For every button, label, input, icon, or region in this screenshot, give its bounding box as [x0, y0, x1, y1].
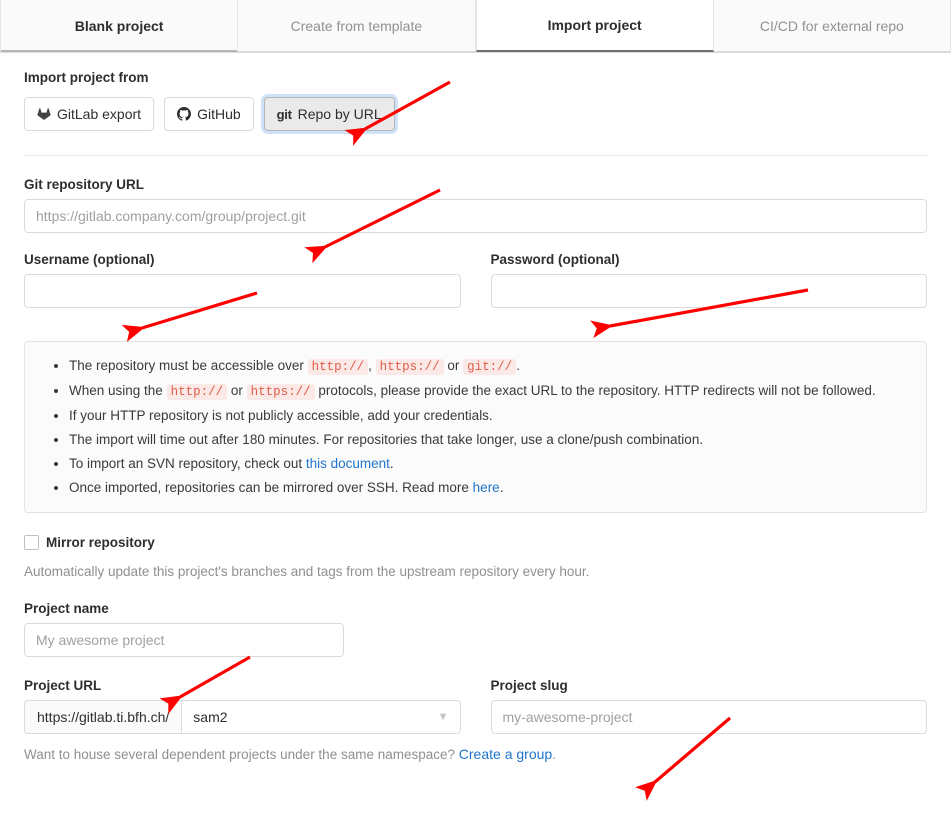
github-logo-icon — [177, 107, 192, 121]
inline-text: . — [389, 456, 394, 471]
gitlab-export-button[interactable]: GitLab export — [24, 97, 155, 131]
password-field-group: Password (optional) — [490, 252, 927, 308]
import-source-section: Import project from GitLab export GitHub… — [0, 53, 951, 131]
tab-label: Create from template — [290, 17, 423, 34]
inline-text: . — [516, 358, 520, 373]
project-location-section: Project URL https://gitlab.ti.bfh.ch/ sa… — [0, 657, 951, 734]
repo-by-url-label: Repo by URL — [297, 106, 382, 122]
tab-label: Import project — [547, 17, 642, 33]
github-label: GitHub — [197, 106, 241, 122]
project-url-prefix: https://gitlab.ti.bfh.ch/ — [24, 700, 182, 734]
git-url-section: Git repository URL — [0, 156, 951, 233]
namespace-footnote-suffix: . — [552, 747, 556, 762]
requirement-item: The repository must be accessible over h… — [69, 356, 906, 377]
inline-text: When using the — [69, 383, 167, 398]
mirror-repository-section: Mirror repository Automatically update t… — [0, 513, 951, 579]
requirement-item: Once imported, repositories can be mirro… — [69, 478, 906, 498]
username-label: Username (optional) — [24, 252, 155, 267]
inline-text: The repository must be accessible over — [69, 358, 308, 373]
inline-link[interactable]: here — [473, 480, 500, 495]
username-input[interactable] — [24, 274, 461, 308]
namespace-footnote-section: Want to house several dependent projects… — [0, 734, 951, 762]
gitlab-export-label: GitLab export — [57, 106, 142, 122]
inline-code: https:// — [375, 359, 444, 375]
inline-text: . — [499, 480, 504, 495]
import-source-buttons: GitLab export GitHub git Repo by URL — [24, 97, 927, 131]
requirement-item: To import an SVN repository, check out t… — [69, 454, 906, 474]
tab-blank-project[interactable]: Blank project — [0, 0, 239, 52]
password-input[interactable] — [490, 274, 927, 308]
project-slug-label: Project slug — [490, 678, 568, 693]
create-a-group-link[interactable]: Create a group — [459, 746, 552, 762]
info-box-section: The repository must be accessible over h… — [0, 308, 951, 513]
inline-code: https:// — [246, 384, 315, 400]
inline-text: The import will time out after 180 minut… — [69, 432, 704, 447]
inline-text: , — [368, 358, 376, 373]
requirement-item: If your HTTP repository is not publicly … — [69, 406, 906, 426]
username-field-group: Username (optional) — [24, 252, 461, 308]
tab-import-project[interactable]: Import project — [475, 0, 714, 52]
password-label: Password (optional) — [490, 252, 620, 267]
inline-code: http:// — [307, 359, 369, 375]
credentials-section: Username (optional) Password (optional) — [0, 233, 951, 308]
tab-cicd-external-repo[interactable]: CI/CD for external repo — [713, 0, 951, 52]
tab-create-from-template[interactable]: Create from template — [238, 0, 476, 52]
project-url-label: Project URL — [24, 678, 102, 693]
tab-label: Blank project — [74, 17, 164, 34]
mirror-repository-help-text: Automatically update this project's bran… — [24, 564, 590, 579]
inline-text: or — [443, 358, 464, 373]
inline-code: git:// — [463, 359, 517, 375]
project-slug-input[interactable] — [490, 700, 927, 734]
import-requirements-infobox: The repository must be accessible over h… — [24, 341, 927, 513]
project-name-input[interactable] — [24, 623, 344, 657]
project-create-tabs: Blank project Create from template Impor… — [0, 0, 951, 53]
repo-by-url-button[interactable]: git Repo by URL — [263, 97, 395, 131]
mirror-repository-row[interactable]: Mirror repository — [24, 535, 927, 550]
inline-text: To import an SVN repository, check out — [69, 456, 306, 471]
namespace-select[interactable]: sam2 ▼ — [181, 700, 461, 734]
project-url-group: Project URL https://gitlab.ti.bfh.ch/ sa… — [24, 678, 461, 734]
git-url-label: Git repository URL — [24, 177, 145, 192]
inline-text: protocols, please provide the exact URL … — [314, 383, 876, 398]
namespace-selected-value: sam2 — [193, 709, 228, 725]
requirement-item: When using the http:// or https:// proto… — [69, 381, 906, 402]
inline-code: http:// — [166, 384, 228, 400]
import-project-from-heading: Import project from — [24, 70, 149, 85]
project-name-section: Project name — [0, 579, 951, 657]
inline-text: or — [227, 383, 247, 398]
chevron-down-icon: ▼ — [437, 711, 449, 723]
github-button[interactable]: GitHub — [164, 97, 254, 131]
requirements-list: The repository must be accessible over h… — [35, 356, 906, 498]
tab-label: CI/CD for external repo — [759, 17, 904, 34]
mirror-repository-checkbox[interactable] — [24, 535, 39, 550]
git-repository-url-input[interactable] — [24, 199, 927, 233]
inline-link[interactable]: this document — [306, 456, 390, 471]
gitlab-logo-icon — [37, 107, 51, 121]
requirement-item: The import will time out after 180 minut… — [69, 430, 906, 450]
inline-text: If your HTTP repository is not publicly … — [69, 408, 493, 423]
inline-text: Once imported, repositories can be mirro… — [69, 480, 473, 495]
mirror-repository-label: Mirror repository — [46, 535, 155, 550]
project-url-input-group: https://gitlab.ti.bfh.ch/ sam2 ▼ — [24, 700, 461, 734]
git-logo-icon: git — [276, 106, 292, 122]
project-name-label: Project name — [24, 601, 109, 616]
namespace-footnote-text: Want to house several dependent projects… — [24, 747, 459, 762]
project-slug-group: Project slug — [490, 678, 927, 734]
